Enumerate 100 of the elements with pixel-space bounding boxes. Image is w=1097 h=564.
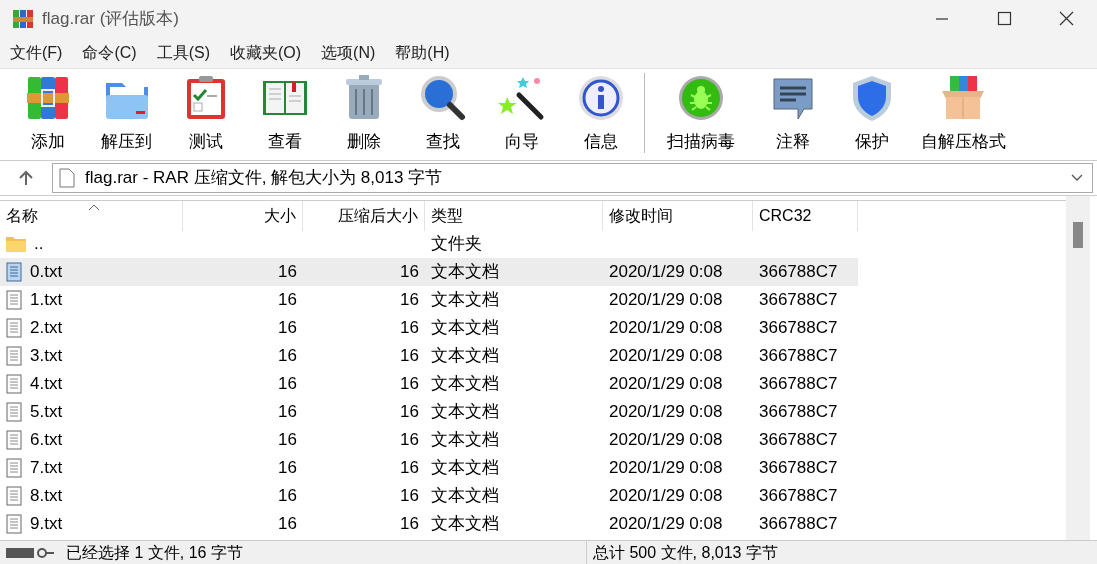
sort-ascending-icon bbox=[88, 203, 100, 211]
address-field[interactable]: flag.rar - RAR 压缩文件, 解包大小为 8,013 字节 bbox=[52, 163, 1093, 193]
toolbar-button[interactable]: 注释 bbox=[753, 69, 832, 155]
menu-item[interactable]: 选项(N) bbox=[311, 41, 386, 65]
table-cell-text: 文本文档 bbox=[430, 317, 500, 339]
file-row[interactable]: 5.txt 16 16 文本文档 2020/1/29 0:08 366788C7 bbox=[0, 398, 858, 426]
maximize-icon[interactable] bbox=[996, 11, 1012, 27]
text-file-icon bbox=[6, 458, 22, 478]
toolbar-button[interactable]: 向导 bbox=[482, 69, 561, 155]
column-header[interactable]: 大小 bbox=[183, 201, 303, 231]
file-row[interactable]: .. 文件夹 bbox=[0, 230, 858, 258]
table-cell-text: 16 bbox=[277, 485, 298, 507]
column-header[interactable]: 修改时间 bbox=[603, 201, 753, 231]
menu-item[interactable]: 收藏夹(O) bbox=[220, 41, 312, 65]
table-cell-text: 2020/1/29 0:08 bbox=[608, 261, 724, 283]
menu-item[interactable]: 帮助(H) bbox=[385, 41, 460, 65]
column-header[interactable]: 类型 bbox=[425, 201, 603, 231]
file-row[interactable]: 4.txt 16 16 文本文档 2020/1/29 0:08 366788C7 bbox=[0, 370, 858, 398]
table-cell-text: 2020/1/29 0:08 bbox=[608, 457, 724, 479]
table-cell-text: 366788C7 bbox=[758, 345, 839, 367]
toolbar-button[interactable]: 测试 bbox=[166, 69, 245, 155]
file-name: .. bbox=[34, 233, 44, 255]
table-cell-text: 16 bbox=[399, 457, 420, 479]
text-file-icon bbox=[6, 318, 22, 338]
file-row[interactable]: 3.txt 16 16 文本文档 2020/1/29 0:08 366788C7 bbox=[0, 342, 858, 370]
file-name: 0.txt bbox=[30, 261, 63, 283]
toolbar-button[interactable]: 查找 bbox=[403, 69, 482, 155]
table-cell-text: 16 bbox=[277, 261, 298, 283]
file-row[interactable]: 2.txt 16 16 文本文档 2020/1/29 0:08 366788C7 bbox=[0, 314, 858, 342]
file-row[interactable]: 7.txt 16 16 文本文档 2020/1/29 0:08 366788C7 bbox=[0, 454, 858, 482]
table-cell-text: 文本文档 bbox=[430, 289, 500, 311]
menu-item[interactable]: 工具(S) bbox=[146, 41, 220, 65]
table-cell-text: 16 bbox=[399, 485, 420, 507]
table-cell-text: 16 bbox=[277, 457, 298, 479]
text-file-icon bbox=[6, 374, 22, 394]
table-cell-text: 16 bbox=[399, 289, 420, 311]
table-cell-text: 文本文档 bbox=[430, 485, 500, 507]
file-row[interactable]: 0.txt 16 16 文本文档 2020/1/29 0:08 366788C7 bbox=[0, 258, 858, 286]
column-header[interactable]: CRC32 bbox=[753, 201, 858, 231]
table-cell-text: 2020/1/29 0:08 bbox=[608, 401, 724, 423]
table-cell-text: 16 bbox=[399, 429, 420, 451]
toolbar-button[interactable]: 信息 bbox=[561, 69, 640, 155]
table-cell-text: 366788C7 bbox=[758, 373, 839, 395]
toolbar-button[interactable]: 解压到 bbox=[87, 69, 166, 155]
file-row[interactable]: 6.txt 16 16 文本文档 2020/1/29 0:08 366788C7 bbox=[0, 426, 858, 454]
table-cell-text: 366788C7 bbox=[758, 289, 839, 311]
status-text: 已经选择 1 文件, 16 字节 bbox=[66, 542, 244, 563]
close-icon[interactable] bbox=[1058, 11, 1074, 27]
app-icon bbox=[12, 8, 34, 30]
toolbar-button[interactable]: 添加 bbox=[8, 69, 87, 155]
scrollbar[interactable] bbox=[1066, 196, 1090, 540]
table-cell-text: 366788C7 bbox=[758, 317, 839, 339]
status-text: 总计 500 文件, 8,013 字节 bbox=[593, 542, 778, 563]
table-cell-text: 16 bbox=[277, 289, 298, 311]
table-cell-text: 2020/1/29 0:08 bbox=[608, 345, 724, 367]
table-cell-text: 2020/1/29 0:08 bbox=[608, 429, 724, 451]
table-cell-text: 文本文档 bbox=[430, 261, 500, 283]
table-cell-text: 2020/1/29 0:08 bbox=[608, 485, 724, 507]
table-cell-text: 2020/1/29 0:08 bbox=[608, 373, 724, 395]
table-cell-text: 16 bbox=[277, 373, 298, 395]
file-row[interactable]: 1.txt 16 16 文本文档 2020/1/29 0:08 366788C7 bbox=[0, 286, 858, 314]
file-name: 9.txt bbox=[30, 513, 63, 535]
toolbar-button[interactable]: 扫描病毒 bbox=[649, 69, 753, 155]
file-name: 1.txt bbox=[30, 289, 63, 311]
dropdown-caret-icon[interactable] bbox=[1070, 173, 1084, 183]
file-name: 2.txt bbox=[30, 317, 63, 339]
toolbar-button[interactable]: 自解压格式 bbox=[911, 69, 1015, 155]
file-name: 8.txt bbox=[30, 485, 63, 507]
table-cell-text: 16 bbox=[277, 401, 298, 423]
table-cell-text: 16 bbox=[277, 513, 298, 535]
file-row[interactable]: 9.txt 16 16 文本文档 2020/1/29 0:08 366788C7 bbox=[0, 510, 858, 538]
table-cell-text: 16 bbox=[399, 373, 420, 395]
toolbar-button[interactable]: 查看 bbox=[245, 69, 324, 155]
file-row[interactable]: 8.txt 16 16 文本文档 2020/1/29 0:08 366788C7 bbox=[0, 482, 858, 510]
table-cell-text: 366788C7 bbox=[758, 457, 839, 479]
table-cell-text: 366788C7 bbox=[758, 485, 839, 507]
toolbar-button[interactable]: 保护 bbox=[832, 69, 911, 155]
table-cell-text: 16 bbox=[399, 513, 420, 535]
table-cell-text: 16 bbox=[399, 345, 420, 367]
table-cell-text: 366788C7 bbox=[758, 429, 839, 451]
up-arrow-icon[interactable] bbox=[17, 169, 35, 187]
table-cell-text: 366788C7 bbox=[758, 513, 839, 535]
text-file-icon bbox=[6, 430, 22, 450]
menu-item[interactable]: 文件(F) bbox=[0, 41, 73, 65]
column-header[interactable]: 名称 bbox=[0, 201, 183, 231]
file-name: 4.txt bbox=[30, 373, 63, 395]
file-name: 7.txt bbox=[30, 457, 63, 479]
toolbar-button[interactable]: 删除 bbox=[324, 69, 403, 155]
table-cell-text: 文本文档 bbox=[430, 457, 500, 479]
scrollbar-thumb[interactable] bbox=[1073, 222, 1083, 248]
table-cell-text: 2020/1/29 0:08 bbox=[608, 513, 724, 535]
table-cell-text: 2020/1/29 0:08 bbox=[608, 317, 724, 339]
menu-item[interactable]: 命令(C) bbox=[72, 41, 147, 65]
table-cell-text: 16 bbox=[399, 261, 420, 283]
text-file-icon bbox=[6, 486, 22, 506]
folder-icon bbox=[6, 236, 26, 252]
table-cell-text: 16 bbox=[399, 317, 420, 339]
column-header[interactable]: 压缩后大小 bbox=[303, 201, 425, 231]
text-file-icon bbox=[6, 346, 22, 366]
text-file-icon bbox=[6, 262, 22, 282]
